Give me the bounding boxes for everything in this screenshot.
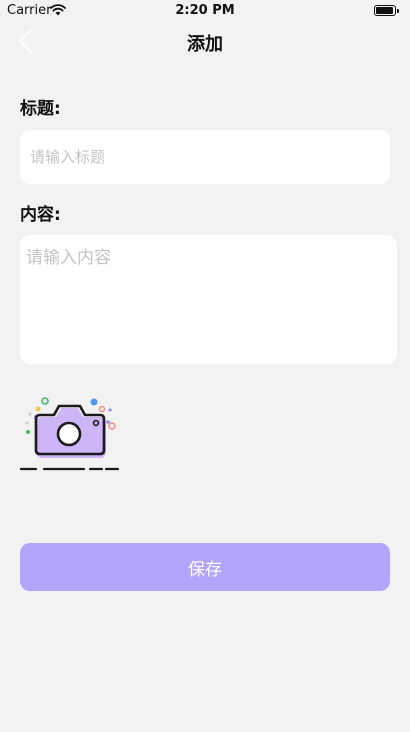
add-photo-button[interactable] xyxy=(18,392,122,474)
title-label: 标题: xyxy=(20,99,61,119)
camera-icon xyxy=(19,397,120,471)
status-bar: Carrier 2:20 PM xyxy=(0,0,410,22)
title-input[interactable] xyxy=(20,130,390,184)
page-title: 添加 xyxy=(187,34,223,55)
save-button[interactable]: 保存 xyxy=(20,543,390,591)
battery-icon xyxy=(374,5,399,16)
navigation-bar: 添加 xyxy=(0,24,410,60)
content-label: 内容: xyxy=(20,205,61,225)
content-textarea[interactable] xyxy=(20,235,397,364)
status-time: 2:20 PM xyxy=(175,3,235,18)
